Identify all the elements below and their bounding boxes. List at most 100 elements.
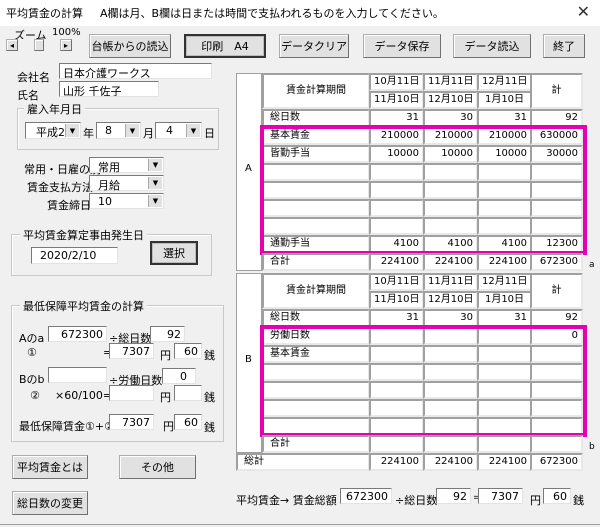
result2-yen-field[interactable] — [109, 385, 154, 401]
wage-item-value[interactable] — [423, 363, 478, 381]
wage-item-value[interactable] — [530, 345, 583, 363]
wage-item-value[interactable]: 0 — [530, 327, 583, 345]
select-date-button[interactable]: 選択 — [150, 241, 198, 265]
wage-item-value[interactable] — [423, 345, 478, 363]
wage-item-label[interactable] — [262, 363, 370, 381]
dropdown-arrow-icon[interactable]: ▼ — [125, 124, 139, 137]
dropdown-arrow-icon[interactable]: ▼ — [65, 124, 79, 137]
wage-item-value[interactable] — [477, 163, 532, 181]
result1-sen-field[interactable]: 60 — [174, 343, 202, 359]
wage-item-value[interactable] — [477, 381, 532, 399]
employment-type-select[interactable]: 常用 ▼ — [89, 157, 164, 174]
print-button[interactable]: 印刷 A4 — [184, 34, 266, 58]
wage-item-value[interactable] — [369, 163, 424, 181]
wage-item-value[interactable]: 4100 — [477, 235, 532, 253]
wage-item-label[interactable] — [262, 399, 370, 417]
total-days-field[interactable]: 92 — [150, 326, 185, 342]
wage-item-label[interactable] — [262, 199, 370, 217]
wage-item-value[interactable]: 210000 — [423, 127, 478, 145]
change-total-days-button[interactable]: 総日数の変更 — [12, 491, 88, 515]
pay-method-select[interactable]: 月給 ▼ — [89, 175, 164, 192]
wage-item-value[interactable] — [477, 327, 532, 345]
save-data-button[interactable]: データ保存 — [363, 34, 441, 58]
wage-item-value[interactable] — [369, 417, 424, 435]
wage-item-label[interactable] — [262, 181, 370, 199]
wage-item-value[interactable] — [423, 163, 478, 181]
result1-yen-field[interactable]: 7307 — [109, 343, 154, 359]
wage-item-value[interactable] — [530, 399, 583, 417]
wage-item-value[interactable] — [369, 363, 424, 381]
wage-item-value[interactable] — [477, 363, 532, 381]
wage-item-value[interactable]: 30000 — [530, 145, 583, 163]
wage-item-value[interactable] — [423, 399, 478, 417]
wage-item-value[interactable]: 210000 — [369, 127, 424, 145]
wage-item-value[interactable] — [369, 199, 424, 217]
wage-item-value[interactable]: 210000 — [477, 127, 532, 145]
dropdown-arrow-icon[interactable]: ▼ — [148, 159, 162, 171]
average-yen-field[interactable]: 7307 — [478, 488, 523, 504]
wage-item-value[interactable] — [530, 363, 583, 381]
clear-data-button[interactable]: データクリア — [279, 34, 349, 58]
dropdown-arrow-icon[interactable]: ▼ — [148, 177, 162, 189]
zoom-slider-thumb[interactable] — [34, 39, 44, 51]
hire-month-select[interactable]: 8 ▼ — [96, 122, 141, 139]
wage-item-value[interactable] — [369, 181, 424, 199]
minimum-sen-field[interactable]: 60 — [174, 414, 202, 430]
wage-item-value[interactable] — [423, 181, 478, 199]
wage-item-value[interactable] — [530, 181, 583, 199]
hire-era-year-select[interactable]: 平成27 ▼ — [25, 122, 81, 139]
wage-item-value[interactable] — [530, 417, 583, 435]
a-sum-field[interactable]: 672300 — [48, 326, 107, 342]
wage-item-value[interactable] — [530, 199, 583, 217]
average-total-field[interactable]: 672300 — [340, 488, 392, 504]
average-sen-field[interactable]: 60 — [543, 488, 571, 504]
about-average-wage-button[interactable]: 平均賃金とは — [12, 455, 88, 479]
wage-item-label[interactable] — [262, 417, 370, 435]
zoom-increase-button[interactable]: ▸ — [60, 39, 72, 51]
wage-item-value[interactable] — [477, 181, 532, 199]
wage-item-value[interactable] — [477, 417, 532, 435]
close-icon[interactable]: ✕ — [577, 2, 590, 21]
work-days-field[interactable]: 0 — [162, 368, 196, 384]
wage-item-value[interactable] — [423, 217, 478, 235]
wage-item-value[interactable] — [369, 217, 424, 235]
wage-item-label[interactable] — [262, 163, 370, 181]
wage-item-value[interactable] — [369, 381, 424, 399]
wage-item-value[interactable]: 10000 — [369, 145, 424, 163]
wage-item-value[interactable] — [477, 217, 532, 235]
other-button[interactable]: その他 — [119, 455, 196, 479]
average-days-field[interactable]: 92 — [436, 488, 471, 504]
wage-item-label[interactable]: 通勤手当 — [262, 235, 370, 253]
wage-item-value[interactable] — [369, 345, 424, 363]
wage-item-value[interactable] — [423, 327, 478, 345]
wage-item-value[interactable] — [477, 345, 532, 363]
load-ledger-button[interactable]: 台帳からの読込 — [89, 34, 171, 58]
wage-item-value[interactable] — [423, 199, 478, 217]
wage-item-value[interactable]: 630000 — [530, 127, 583, 145]
name-field[interactable]: 山形 千佐子 — [59, 81, 159, 97]
wage-item-label[interactable] — [262, 217, 370, 235]
zoom-scrollbar[interactable]: ◂ ▸ — [6, 39, 72, 51]
hire-day-select[interactable]: 4 ▼ — [155, 122, 202, 139]
b-sum-field[interactable] — [48, 367, 107, 383]
exit-button[interactable]: 終了 — [543, 34, 585, 58]
wage-item-value[interactable]: 10000 — [477, 145, 532, 163]
wage-item-value[interactable] — [369, 399, 424, 417]
wage-item-value[interactable] — [423, 381, 478, 399]
wage-item-label[interactable]: 労働日数 — [262, 327, 370, 345]
wage-item-value[interactable]: 10000 — [423, 145, 478, 163]
dropdown-arrow-icon[interactable]: ▼ — [186, 124, 200, 137]
zoom-decrease-button[interactable]: ◂ — [6, 39, 18, 51]
wage-item-value[interactable] — [530, 163, 583, 181]
closing-day-select[interactable]: 10 ▼ — [89, 193, 164, 209]
wage-item-label[interactable] — [262, 381, 370, 399]
dropdown-arrow-icon[interactable]: ▼ — [148, 195, 162, 207]
wage-item-value[interactable]: 4100 — [423, 235, 478, 253]
wage-item-value[interactable] — [530, 381, 583, 399]
minimum-yen-field[interactable]: 7307 — [109, 414, 154, 430]
company-field[interactable]: 日本介護ワークス — [59, 63, 212, 79]
wage-item-value[interactable] — [423, 417, 478, 435]
wage-item-value[interactable] — [477, 199, 532, 217]
wage-item-value[interactable]: 12300 — [530, 235, 583, 253]
wage-item-value[interactable] — [369, 327, 424, 345]
